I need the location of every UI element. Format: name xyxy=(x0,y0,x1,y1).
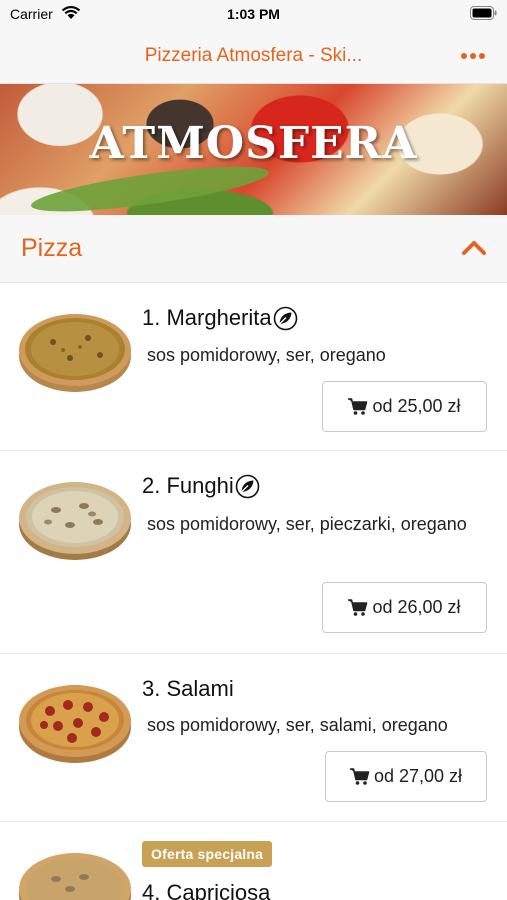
dot xyxy=(470,53,476,59)
product-item[interactable]: 1. Margherita sos pomidorowy, ser, orega… xyxy=(0,283,507,451)
product-description: sos pomidorowy, ser, salami, oregano xyxy=(147,715,448,735)
restaurant-banner: ATMOSFERA xyxy=(0,84,507,215)
navigation-bar: Pizzeria Atmosfera - Ski... xyxy=(0,26,507,84)
product-name: 2. Funghi xyxy=(142,473,260,499)
battery-icon xyxy=(470,6,497,20)
add-to-cart-button[interactable]: od 25,00 zł xyxy=(322,381,487,432)
category-header-pizza[interactable]: Pizza xyxy=(0,215,507,283)
price-label: od 26,00 zł xyxy=(372,597,461,617)
product-name: 4. Capriciosa xyxy=(142,880,270,900)
page-title: Pizzeria Atmosfera - Ski... xyxy=(144,45,363,66)
cart-icon xyxy=(349,767,370,785)
restaurant-logo: ATMOSFERA xyxy=(89,118,418,169)
add-to-cart-button[interactable]: od 26,00 zł xyxy=(322,582,487,633)
product-description: sos pomidorowy, ser, pieczarki, oregano xyxy=(147,514,467,534)
cart-icon xyxy=(348,598,368,616)
chevron-up-icon xyxy=(462,241,486,255)
product-item[interactable]: 3. Salami sos pomidorowy, ser, salami, o… xyxy=(0,654,507,822)
product-description: sos pomidorowy, ser, oregano xyxy=(147,345,386,365)
more-dots-icon[interactable] xyxy=(461,46,485,66)
product-title: 1. Margherita xyxy=(142,305,272,330)
add-to-cart-button[interactable]: od 27,00 zł xyxy=(325,751,487,802)
leaf-icon xyxy=(273,306,297,330)
cart-icon xyxy=(348,397,368,415)
product-title: 2. Funghi xyxy=(142,473,234,498)
status-bar: Carrier 1:03 PM xyxy=(0,0,507,26)
product-name: 3. Salami xyxy=(142,676,234,702)
pizza-image xyxy=(19,685,131,763)
clock: 1:03 PM xyxy=(227,6,280,22)
pizza-image xyxy=(19,853,131,900)
dot xyxy=(461,53,467,59)
product-item[interactable]: 2. Funghi sos pomidorowy, ser, pieczarki… xyxy=(0,451,507,654)
pizza-image xyxy=(19,314,131,392)
price-label: od 27,00 zł xyxy=(373,766,463,786)
special-offer-badge: Oferta specjalna xyxy=(142,841,273,867)
category-title: Pizza xyxy=(21,234,83,262)
product-title: 3. Salami xyxy=(142,676,234,701)
product-item[interactable]: Oferta specjalna 4. Capriciosa xyxy=(0,822,507,900)
dot xyxy=(479,53,485,59)
leaf-icon xyxy=(235,474,260,498)
product-name: 1. Margherita xyxy=(142,305,298,331)
pizza-image xyxy=(19,482,131,560)
product-title: 4. Capriciosa xyxy=(142,880,271,900)
price-label: od 25,00 zł xyxy=(372,396,461,416)
